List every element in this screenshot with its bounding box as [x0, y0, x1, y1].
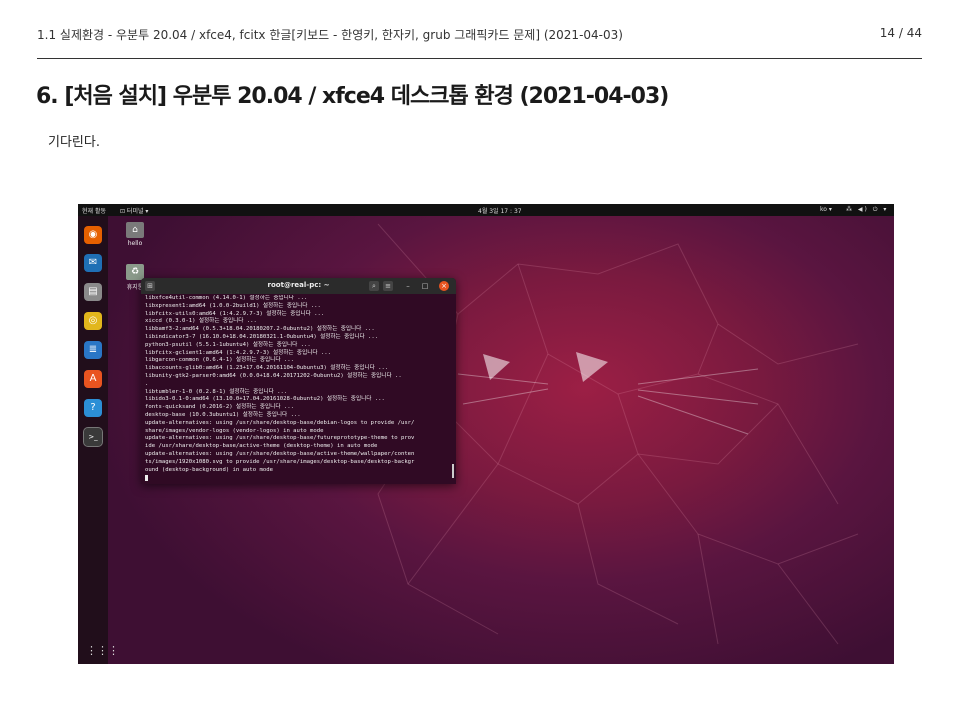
- terminal-line: libbamf3-2:amd64 (0.5.3+18.04.20180207.2…: [145, 326, 375, 333]
- system-tray[interactable]: ⁂ ◀) ⏻ ▾: [846, 206, 888, 214]
- activities-button[interactable]: 현재 활동: [82, 206, 106, 215]
- files-icon[interactable]: ▤: [84, 283, 102, 301]
- terminal-line: libgarcon-common (0.6.4-1) 설정하는 중입니다 ...: [145, 357, 294, 364]
- desktop-icon-hello[interactable]: ⌂ hello: [122, 222, 148, 247]
- ubuntu-desktop-screenshot: 현재 활동 ⊡ 터미널 ▾ 4월 3일 17 : 37 ko ▾ ⁂ ◀) ⏻ …: [78, 204, 894, 664]
- software-center-icon[interactable]: A: [84, 370, 102, 388]
- firefox-icon[interactable]: ◉: [84, 226, 102, 244]
- slide-title: 6. [처음 설치] 우분투 20.04 / xfce4 데스크톱 환경 (20…: [36, 84, 669, 109]
- header-title: 1.1 실제환경 - 우분투 20.04 / xfce4, fcitx 한글[키…: [37, 28, 623, 42]
- terminal-line: ound (desktop-background) in auto mode: [145, 466, 273, 473]
- terminal-line: libido3-0.1-0:amd64 (13.10.0+17.04.20161…: [145, 396, 385, 403]
- libreoffice-writer-icon[interactable]: ≣: [84, 341, 102, 359]
- clock[interactable]: 4월 3일 17 : 37: [478, 206, 522, 215]
- terminal-line: ts/images/1920x1080.svg to provide /usr/…: [145, 458, 415, 465]
- minimize-icon[interactable]: –: [403, 281, 413, 291]
- dock: ◉ ✉ ▤ ◎ ≣ A? >_ ⋮⋮⋮: [78, 216, 119, 664]
- terminal-line: libindicator3-7 (16.10.0+18.04.20180321.…: [145, 333, 379, 340]
- terminal-line: libaccounts-glib0:amd64 (1.23+17.04.2016…: [145, 365, 389, 372]
- rhythmbox-icon[interactable]: ◎: [84, 312, 102, 330]
- folder-icon: ⌂: [126, 222, 144, 238]
- terminal-output[interactable]: libxfce4util-common (4.14.0-1) 설정하는 중입니다…: [145, 295, 450, 481]
- terminal-icon[interactable]: >_: [83, 427, 103, 447]
- terminal-cursor: [145, 475, 148, 481]
- terminal-line: desktop-base (10.0.3ubuntu1) 설정하는 중입니다 .…: [145, 411, 301, 418]
- close-icon[interactable]: ×: [439, 281, 449, 291]
- terminal-scrollbar[interactable]: [452, 464, 454, 478]
- terminal-line: fonts-quicksand (0.2016-2) 설정하는 중입니다 ...: [145, 404, 294, 411]
- desktop-icon-label: hello: [127, 240, 143, 247]
- page-number: 14 / 44: [879, 26, 922, 40]
- thunderbird-icon[interactable]: ✉: [84, 254, 102, 272]
- body-text: 기다린다.: [48, 135, 100, 150]
- terminal-line: .: [145, 380, 149, 387]
- terminal-window[interactable]: ⊞ root@real-pc: ~ ⌕ ≡ – □ × libxfce4util…: [141, 278, 456, 484]
- maximize-icon[interactable]: □: [420, 281, 430, 291]
- terminal-line: update-alternatives: using /usr/share/de…: [145, 435, 415, 442]
- gnome-top-bar: 현재 활동 ⊡ 터미널 ▾ 4월 3일 17 : 37 ko ▾ ⁂ ◀) ⏻ …: [78, 204, 894, 216]
- input-language-menu[interactable]: ko ▾: [820, 206, 832, 213]
- terminal-line: update-alternatives: using /usr/share/de…: [145, 450, 415, 457]
- show-applications-icon[interactable]: ⋮⋮⋮: [86, 644, 119, 658]
- terminal-line: libxpresent1:amd64 (1.0.0-2build1) 설정하는 …: [145, 302, 321, 309]
- terminal-line: libxfce4util-common (4.14.0-1) 설정하는 중입니다…: [145, 295, 308, 301]
- terminal-line: python3-psutil (5.5.1-1ubuntu4) 설정하는 중입니…: [145, 341, 311, 348]
- help-icon[interactable]: ?: [84, 399, 102, 417]
- terminal-line: update-alternatives: using /usr/share/de…: [145, 419, 415, 426]
- terminal-titlebar[interactable]: ⊞ root@real-pc: ~ ⌕ ≡ – □ ×: [141, 278, 456, 294]
- terminal-line: share/images/vendor-logos (vendor-logos)…: [145, 427, 324, 434]
- app-menu[interactable]: ⊡ 터미널 ▾: [120, 206, 148, 215]
- terminal-line: ide /usr/share/desktop-base/active-theme…: [145, 443, 378, 450]
- terminal-line: libunity-gtk2-parser0:amd64 (0.0.0+18.04…: [145, 372, 402, 379]
- search-icon[interactable]: ⌕: [369, 281, 379, 291]
- menu-icon[interactable]: ≡: [383, 281, 393, 291]
- page-header: 1.1 실제환경 - 우분투 20.04 / xfce4, fcitx 한글[키…: [37, 26, 922, 59]
